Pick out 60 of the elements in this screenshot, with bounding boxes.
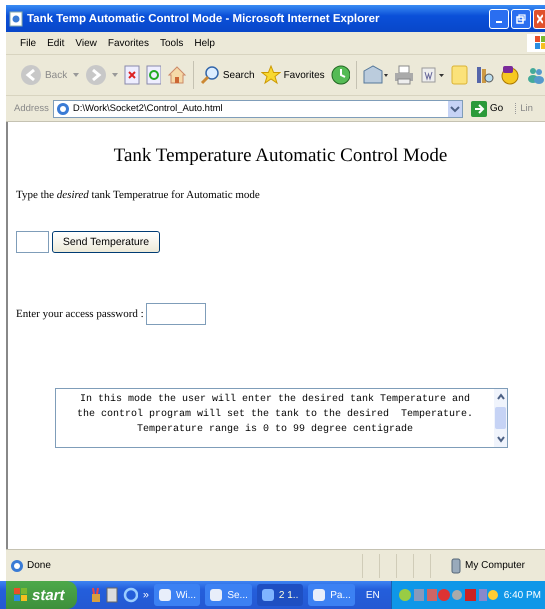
language-indicator[interactable]: EN	[360, 590, 386, 600]
taskbar-button[interactable]: Wi...	[154, 584, 200, 606]
close-icon	[536, 14, 542, 24]
app-icon	[260, 588, 275, 602]
scrollbar[interactable]	[494, 389, 507, 447]
home-icon[interactable]	[167, 65, 187, 85]
info-text-line: In this mode the user will enter the desired tank Temperature and	[78, 392, 472, 407]
window-title: Tank Temp Automatic Control Mode - Microsoft Internet Explorer	[27, 12, 380, 24]
temperature-input[interactable]	[16, 231, 49, 253]
taskbar-button[interactable]: Se...	[205, 584, 252, 606]
word-icon[interactable]	[420, 65, 446, 85]
star-icon	[260, 65, 281, 85]
favorites-button[interactable]: Favorites	[260, 65, 325, 85]
send-temperature-button[interactable]: Send Temperature	[52, 231, 160, 253]
search-button[interactable]: Search	[200, 65, 255, 85]
address-field[interactable]: D:\Work\Socket2\Control_Auto.html	[52, 100, 463, 118]
arrow-icon	[470, 100, 487, 116]
clock: 6:40 PM	[504, 590, 541, 600]
page-icon	[56, 102, 70, 116]
close-button[interactable]	[533, 8, 545, 28]
menu-item[interactable]: View	[75, 38, 97, 48]
instruction-text: Type the desired tank Temperatrue for Automatic mode	[16, 189, 261, 201]
computer-icon	[450, 558, 462, 574]
address-label: Address	[14, 103, 49, 114]
app-icon	[158, 588, 172, 602]
page-icon	[9, 10, 23, 26]
restore-icon	[516, 14, 526, 24]
history-icon[interactable]	[330, 65, 350, 85]
menu-item[interactable]: Tools	[160, 38, 184, 48]
go-button[interactable]: Go	[466, 100, 508, 116]
minimize-button[interactable]	[489, 8, 509, 28]
menu-item[interactable]: Help	[194, 38, 215, 48]
dropdown-icon[interactable]	[448, 100, 462, 116]
password-label: Enter your access password :	[16, 308, 144, 320]
page-icon	[10, 558, 24, 572]
menu-item[interactable]: Favorites	[108, 38, 149, 48]
refresh-icon[interactable]	[146, 65, 162, 85]
more-chevron[interactable]: »	[142, 589, 149, 601]
status-text: Done	[27, 560, 51, 571]
app-icon	[209, 588, 224, 602]
info-text-line: Temperature range is 0 to 99 degree centigrade	[136, 422, 414, 437]
app-icon	[312, 588, 326, 602]
windows-flag-icon	[527, 34, 545, 52]
menu-item[interactable]: File	[20, 38, 36, 48]
menu-item[interactable]: Edit	[47, 38, 64, 48]
windows-flag-icon	[14, 588, 28, 602]
taskbar-button[interactable]: 2 1..	[256, 584, 304, 606]
taskbar-button[interactable]: Pa...	[308, 584, 355, 606]
minimize-icon	[496, 20, 502, 22]
messenger-icon[interactable]	[526, 65, 545, 85]
calculator-icon[interactable]	[106, 587, 118, 603]
search-icon	[200, 65, 220, 85]
printer-icon[interactable]	[394, 65, 414, 85]
info-text-line: the control program will set the tank to the desired Temperature.	[76, 408, 474, 422]
zone-text: My Computer	[465, 560, 526, 571]
restore-button[interactable]	[511, 8, 531, 28]
password-input[interactable]	[146, 303, 206, 325]
stop-icon[interactable]	[124, 65, 140, 85]
page-heading: Tank Temperature Automatic Control Mode	[112, 145, 448, 167]
pencil-cup-icon[interactable]	[90, 587, 102, 603]
